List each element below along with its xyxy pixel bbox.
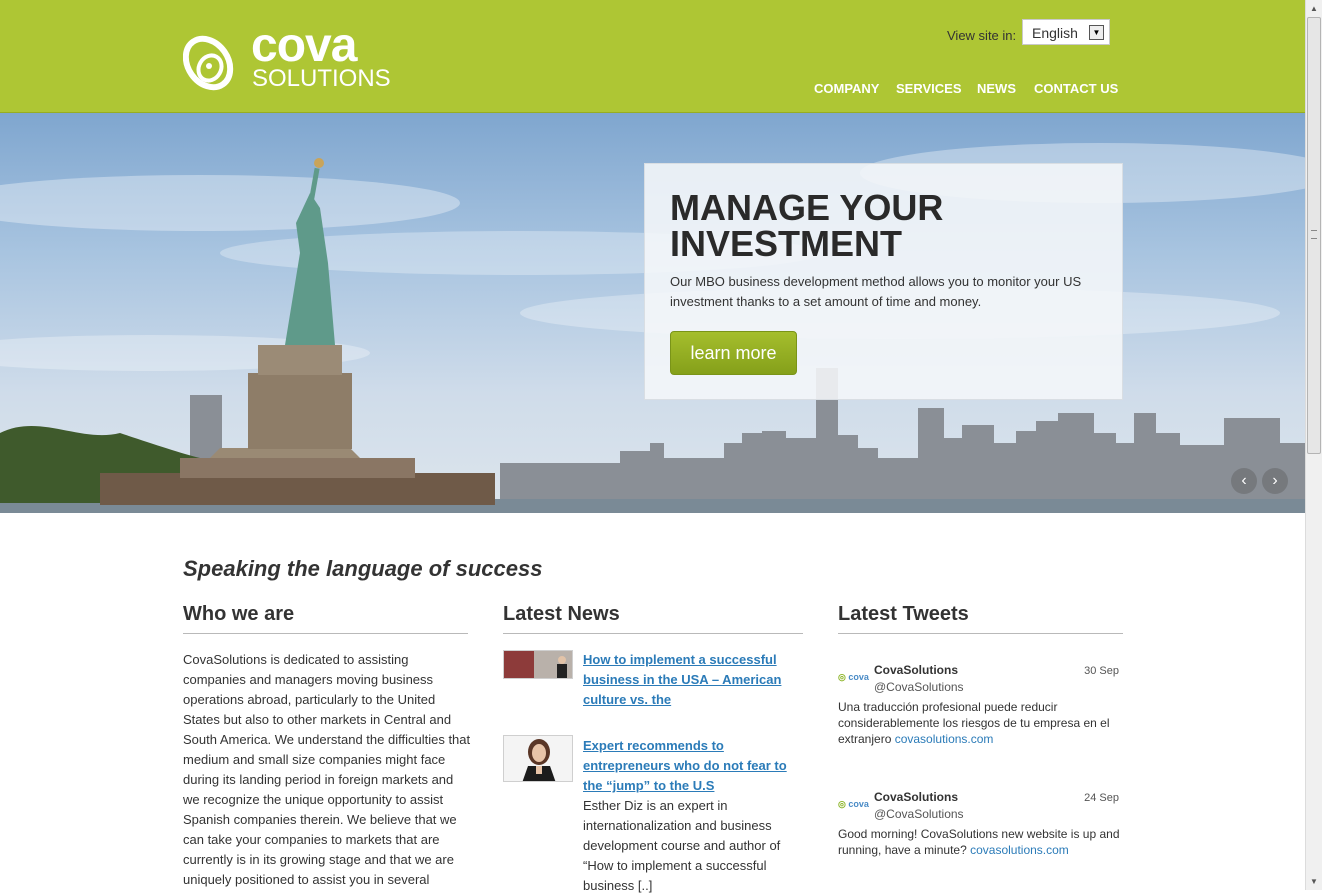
news-excerpt: Esther Diz is an expert in international… <box>583 798 781 893</box>
news-thumbnail[interactable] <box>503 650 573 679</box>
chevron-left-icon[interactable]: ‹ <box>1231 468 1257 494</box>
hero-title: MANAGE YOUR INVESTMENT <box>670 187 944 264</box>
tweet-text: Una traducción profesional puede reducir… <box>838 699 1123 747</box>
nav-services[interactable]: SERVICES <box>896 81 962 96</box>
tweet-link[interactable]: covasolutions.com <box>970 843 1069 857</box>
scroll-down-icon[interactable]: ▼ <box>1306 873 1322 890</box>
cova-solutions-logo[interactable]: cova SOLUTIONS <box>183 22 391 94</box>
tweet-text: Good morning! CovaSolutions new website … <box>838 826 1123 858</box>
tweet-author-handle[interactable]: @CovaSolutions <box>874 680 964 694</box>
language-select-value: English <box>1032 25 1078 41</box>
news-item-link[interactable]: How to implement a successful business i… <box>583 650 805 710</box>
tweet-author-handle[interactable]: @CovaSolutions <box>874 807 964 821</box>
hero-text: Our MBO business development method allo… <box>670 274 1082 309</box>
news-item-link[interactable]: Expert recommends to entrepreneurs who d… <box>583 736 805 796</box>
tweet-author-name[interactable]: CovaSolutions <box>874 663 958 677</box>
tagline: Speaking the language of success <box>183 556 543 581</box>
nav-contact-us[interactable]: CONTACT US <box>1034 81 1118 96</box>
tweet-link[interactable]: covasolutions.com <box>895 732 994 746</box>
tweet-avatar-logo-text: cova <box>848 799 869 809</box>
divider <box>503 633 803 634</box>
divider <box>838 633 1123 634</box>
scrollbar-thumb[interactable] <box>1307 17 1321 454</box>
learn-more-button[interactable]: learn more <box>670 331 797 375</box>
tweet-author-name[interactable]: CovaSolutions <box>874 790 958 804</box>
logo-word-cova: cova <box>251 19 357 72</box>
who-we-are-heading: Who we are <box>183 603 295 625</box>
latest-tweets-heading: Latest Tweets <box>838 603 969 625</box>
tweet-avatar-logo-text: cova <box>848 672 869 682</box>
nav-company[interactable]: COMPANY <box>814 81 879 96</box>
scrollbar-grip-icon <box>1311 230 1317 239</box>
language-label: View site in: <box>947 28 1017 43</box>
tweet-date[interactable]: 30 Sep <box>1084 665 1119 677</box>
latest-news-heading: Latest News <box>503 603 620 625</box>
nav-news[interactable]: NEWS <box>977 81 1016 96</box>
chevron-right-icon[interactable]: › <box>1262 468 1288 494</box>
hero-slider: MANAGE YOUR INVESTMENT Our MBO business … <box>0 113 1305 513</box>
tweet-date[interactable]: 24 Sep <box>1084 792 1119 804</box>
who-we-are-text: CovaSolutions is dedicated to assisting … <box>183 652 471 887</box>
language-select[interactable]: English ▼ <box>1022 19 1110 45</box>
tweet-avatar[interactable]: ◎ cova <box>838 672 869 683</box>
site-header: cova SOLUTIONS View site in: English ▼ C… <box>0 0 1305 113</box>
news-thumbnail[interactable] <box>503 735 573 782</box>
logo-swirl-icon <box>183 35 234 91</box>
hero-callout: MANAGE YOUR INVESTMENT Our MBO business … <box>644 163 1123 400</box>
logo-word-solutions: SOLUTIONS <box>252 65 391 92</box>
news-thumbnail-image <box>504 736 572 781</box>
tweet-avatar[interactable]: ◎ cova <box>838 799 869 810</box>
divider <box>183 633 468 634</box>
vertical-scrollbar[interactable]: ▲ ▼ <box>1305 0 1322 890</box>
scroll-up-icon[interactable]: ▲ <box>1306 0 1322 17</box>
news-thumbnail-image <box>504 651 572 678</box>
dropdown-arrow-icon[interactable]: ▼ <box>1089 25 1104 40</box>
